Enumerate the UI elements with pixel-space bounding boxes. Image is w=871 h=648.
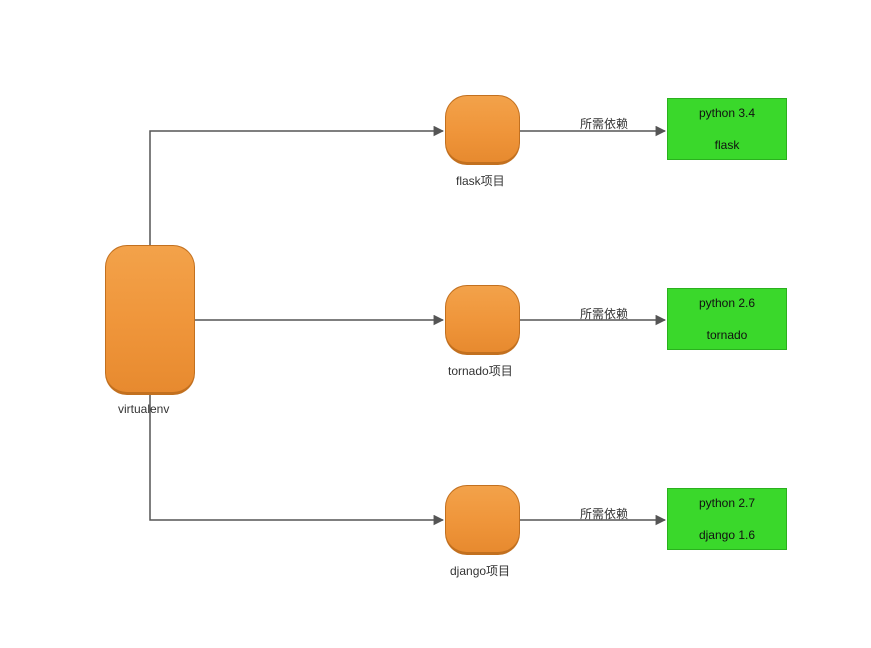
- dep-box-tornado: python 2.6 tornado: [667, 288, 787, 350]
- root-node: [105, 245, 195, 395]
- dep-line: python 2.7: [699, 495, 755, 511]
- project-node-django: [445, 485, 520, 555]
- dep-line: python 2.6: [699, 295, 755, 311]
- project-label-tornado: tornado项目: [448, 362, 513, 379]
- project-label-flask: flask项目: [456, 172, 505, 189]
- dep-line: django 1.6: [699, 527, 755, 543]
- edge-label-tornado: 所需依赖: [580, 305, 628, 322]
- dep-box-django: python 2.7 django 1.6: [667, 488, 787, 550]
- diagram-stage: virtualenv flask项目 所需依赖 python 3.4 flask…: [0, 0, 871, 648]
- project-node-flask: [445, 95, 520, 165]
- dep-line: tornado: [699, 327, 755, 343]
- dep-line: python 3.4: [699, 105, 755, 121]
- edge-label-flask: 所需依赖: [580, 115, 628, 132]
- dep-box-flask: python 3.4 flask: [667, 98, 787, 160]
- dep-line: flask: [699, 137, 755, 153]
- edge-label-django: 所需依赖: [580, 505, 628, 522]
- project-label-django: django项目: [450, 562, 510, 579]
- root-label: virtualenv: [118, 402, 169, 416]
- project-node-tornado: [445, 285, 520, 355]
